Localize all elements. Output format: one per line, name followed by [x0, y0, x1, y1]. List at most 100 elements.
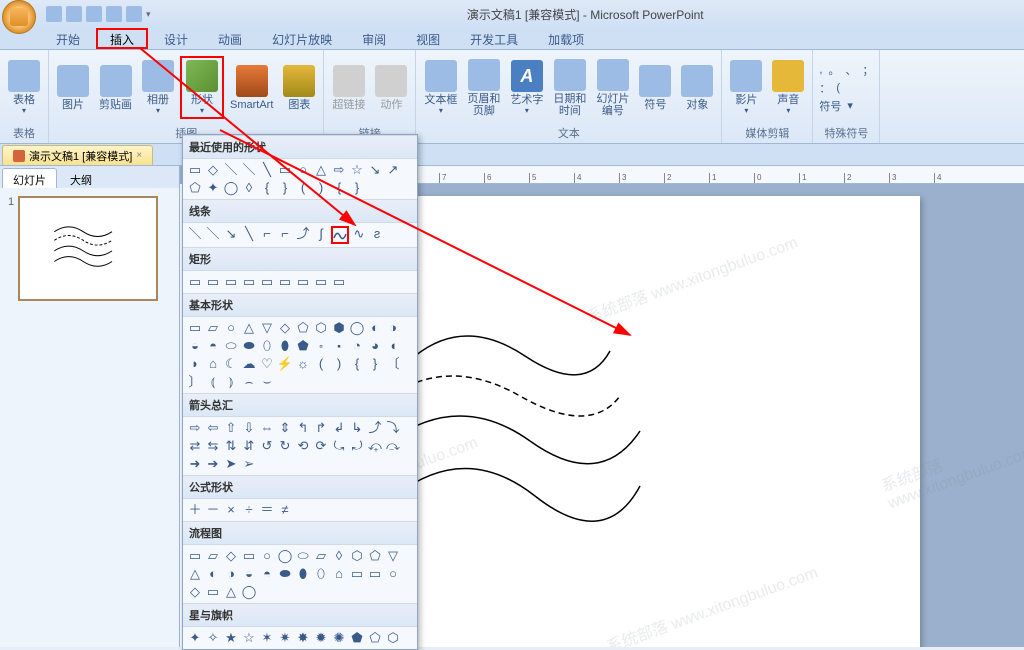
shape-option[interactable]: ⇵	[241, 438, 257, 454]
shape-option[interactable]: ▭	[331, 274, 347, 290]
shape-option[interactable]: ◖	[385, 338, 401, 354]
shape-option[interactable]: ⌐	[259, 226, 275, 242]
shape-option[interactable]: ⬞	[313, 338, 329, 354]
btn-clip[interactable]: 剪贴画	[95, 63, 136, 113]
shape-option[interactable]: ＋	[187, 502, 203, 518]
shape-option[interactable]: ⤽	[367, 438, 383, 454]
shape-option[interactable]: －	[205, 502, 221, 518]
shape-option[interactable]: △	[223, 584, 239, 600]
shape-option[interactable]: ↰	[295, 420, 311, 436]
shape-option[interactable]: ⇕	[277, 420, 293, 436]
btn-obj[interactable]: 对象	[677, 63, 717, 113]
shape-option[interactable]: ▭	[277, 162, 293, 178]
qat-ext1[interactable]	[106, 6, 122, 22]
shape-option[interactable]: ▭	[313, 274, 329, 290]
shape-option[interactable]: ⬡	[313, 320, 329, 336]
shape-option[interactable]: ▱	[205, 320, 221, 336]
shape-option[interactable]: ◗	[187, 356, 203, 372]
shape-option[interactable]: ✦	[187, 630, 203, 646]
shape-option[interactable]: ✸	[295, 630, 311, 646]
shape-option[interactable]: }	[277, 180, 293, 196]
shape-option[interactable]: ✷	[277, 630, 293, 646]
shape-option[interactable]: ⤵	[385, 420, 401, 436]
btn-pic[interactable]: 图片	[53, 63, 93, 113]
btn-sym[interactable]: 符号	[635, 63, 675, 113]
shape-option[interactable]: ▽	[259, 320, 275, 336]
shape-option[interactable]: ⤴	[295, 226, 311, 242]
shape-option[interactable]: ▱	[205, 548, 221, 564]
shape-option[interactable]: ▭	[187, 320, 203, 336]
slide-thumb-1[interactable]	[18, 196, 158, 301]
shape-option[interactable]: ○	[223, 320, 239, 336]
shape-option[interactable]: ↱	[313, 420, 329, 436]
shape-option[interactable]: △	[241, 320, 257, 336]
shape-option[interactable]: ▭	[277, 274, 293, 290]
shape-option[interactable]: ◇	[223, 548, 239, 564]
qat-redo[interactable]	[86, 6, 102, 22]
shape-option[interactable]: ○	[259, 548, 275, 564]
shape-option[interactable]: ∿	[351, 226, 367, 242]
tab-design[interactable]: 设计	[150, 28, 202, 49]
shape-option[interactable]: ↘	[367, 162, 383, 178]
shape-option[interactable]: {	[349, 356, 365, 372]
shape-option[interactable]: ➔	[205, 456, 221, 472]
shape-option[interactable]: ➢	[241, 456, 257, 472]
shape-option[interactable]: ⦅	[205, 374, 221, 390]
shape-option[interactable]: ▭	[241, 548, 257, 564]
shape-option[interactable]: ◇	[187, 584, 203, 600]
shape-option[interactable]: ◑	[385, 320, 401, 336]
shape-option[interactable]: ↗	[385, 162, 401, 178]
shape-option[interactable]: ▭	[295, 274, 311, 290]
shape-option[interactable]: ∫	[313, 226, 329, 242]
shape-option[interactable]: ⬭	[295, 548, 311, 564]
shape-option[interactable]: ⬠	[187, 180, 203, 196]
shape-option[interactable]: ○	[385, 566, 401, 582]
shape-option[interactable]: ⬠	[367, 548, 383, 564]
shape-option[interactable]: ⌐	[277, 226, 293, 242]
shape-option[interactable]: ⬡	[349, 548, 365, 564]
sidetab-slides[interactable]: 幻灯片	[2, 168, 57, 188]
shape-option[interactable]: ◯	[349, 320, 365, 336]
qat-ext2[interactable]	[126, 6, 142, 22]
shape-option[interactable]: ➤	[223, 456, 239, 472]
shape-option[interactable]: ☆	[241, 630, 257, 646]
shape-option[interactable]: ▭	[241, 274, 257, 290]
shape-option[interactable]: ↺	[259, 438, 275, 454]
shape-option[interactable]: ↻	[277, 438, 293, 454]
shape-option[interactable]: ⇅	[223, 438, 239, 454]
shape-option[interactable]: ↲	[331, 420, 347, 436]
shape-option[interactable]: △	[187, 566, 203, 582]
shape-option[interactable]: ◐	[205, 566, 221, 582]
sym-row-1[interactable]: ,。、；	[819, 62, 873, 78]
btn-dt[interactable]: 日期和 时间	[549, 57, 590, 119]
btn-textbox[interactable]: 文本框	[420, 58, 461, 117]
shape-option[interactable]: ☾	[223, 356, 239, 372]
shape-option[interactable]: ◊	[331, 548, 347, 564]
shape-option[interactable]: ⇨	[331, 162, 347, 178]
shape-option[interactable]: ▭	[259, 274, 275, 290]
shape-option[interactable]: ★	[223, 630, 239, 646]
office-button[interactable]	[2, 0, 36, 34]
shape-option[interactable]: ⬟	[295, 338, 311, 354]
shape-option[interactable]: ◯	[277, 548, 293, 564]
shape-option[interactable]: ◐	[367, 320, 383, 336]
shape-option[interactable]: ◯	[241, 584, 257, 600]
shape-option[interactable]: ⬠	[295, 320, 311, 336]
shape-option[interactable]: ＼	[223, 162, 239, 178]
shape-option[interactable]: ╲	[241, 226, 257, 242]
shape-option[interactable]: ◒	[187, 338, 203, 354]
shape-option[interactable]: ⇩	[241, 420, 257, 436]
shape-option[interactable]: ⌣	[259, 374, 275, 390]
shape-option[interactable]: ⬝	[331, 338, 347, 354]
shape-option[interactable]: ⇆	[205, 438, 221, 454]
shape-option[interactable]: ▭	[187, 548, 203, 564]
shape-option[interactable]: ✹	[313, 630, 329, 646]
sym-more[interactable]: 符号▾	[819, 98, 873, 114]
shape-option[interactable]: ✧	[205, 630, 221, 646]
tab-addin[interactable]: 加载项	[534, 28, 598, 49]
shape-option[interactable]: ╲	[259, 162, 275, 178]
shape-option[interactable]: ☁	[241, 356, 257, 372]
shape-option[interactable]	[331, 226, 349, 244]
shape-option[interactable]: ◒	[241, 566, 257, 582]
shape-option[interactable]: ✺	[331, 630, 347, 646]
